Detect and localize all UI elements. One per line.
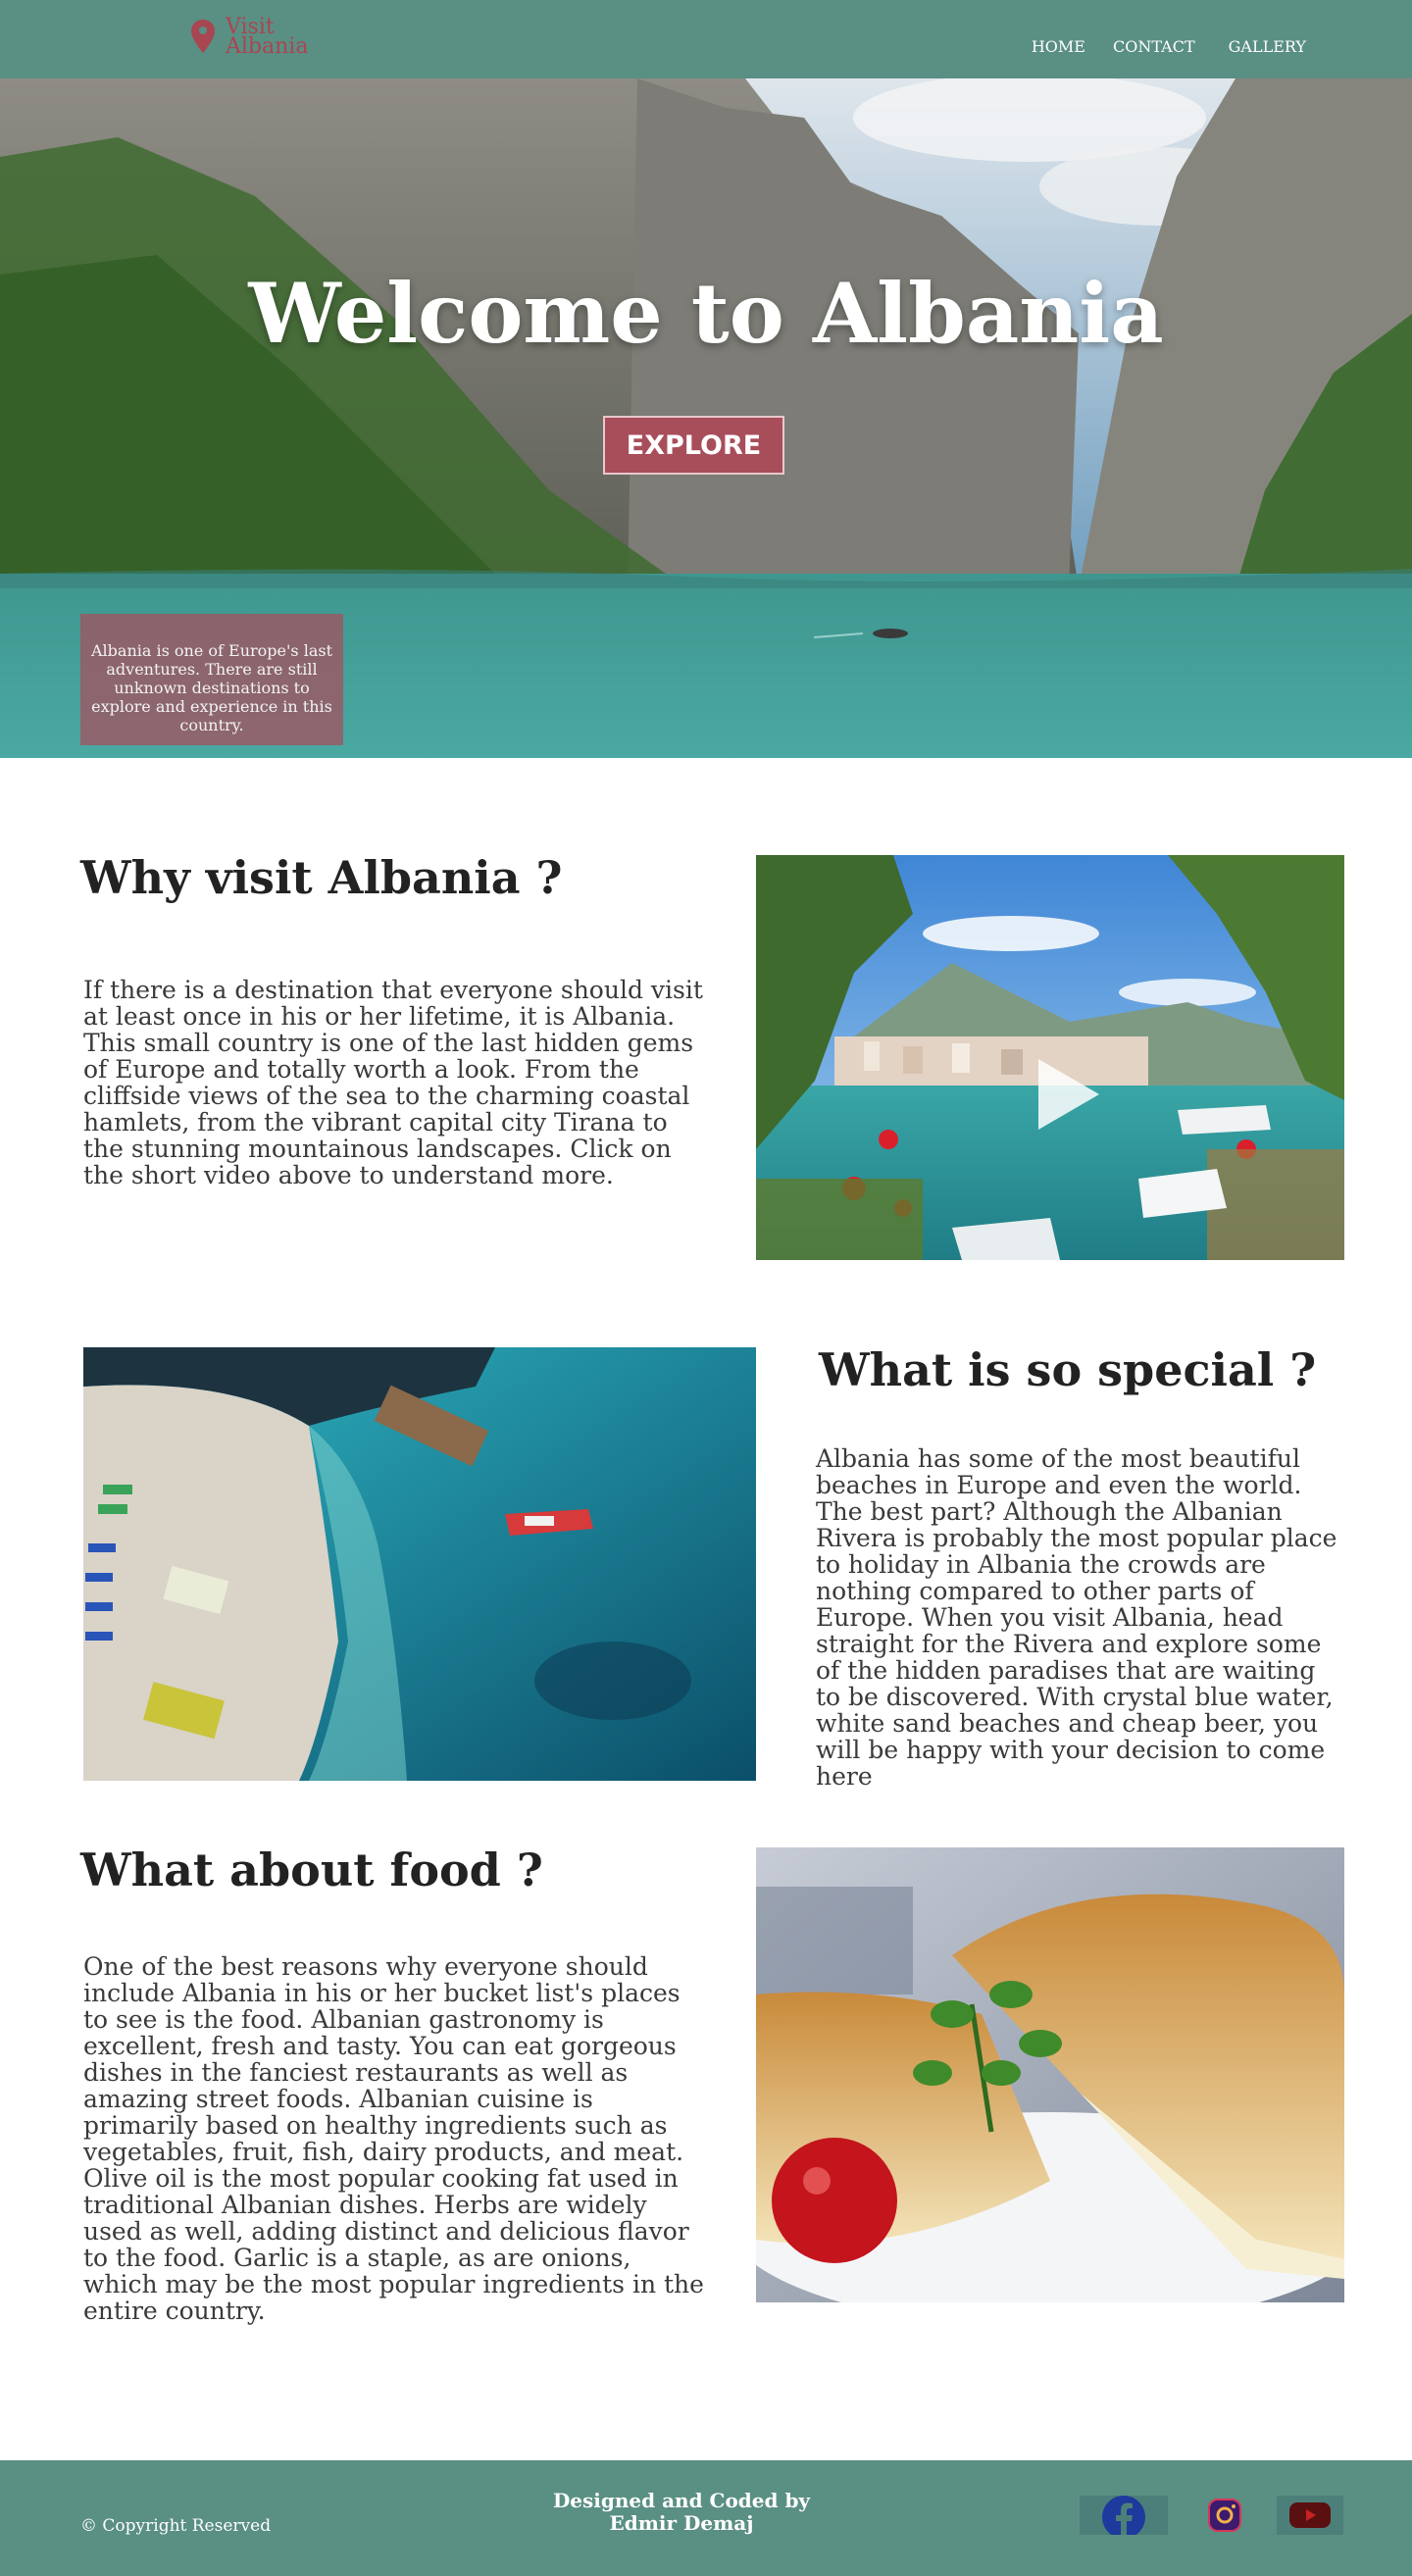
video-thumbnail[interactable] <box>756 855 1344 1260</box>
site-logo[interactable]: Visit Albania <box>188 17 309 59</box>
location-pin-icon <box>191 20 215 53</box>
youtube-link[interactable] <box>1277 2496 1343 2535</box>
credit-text: Designed and Coded by Edmir Demaj <box>549 2490 814 2535</box>
copyright-text: © Copyright Reserved <box>80 2516 272 2536</box>
section-heading-food: What about food ? <box>80 1844 543 1896</box>
credit-line-2: Edmir Demaj <box>609 2511 754 2535</box>
nav-link-home[interactable]: HOME <box>1032 37 1085 56</box>
instagram-link[interactable] <box>1204 2496 1245 2535</box>
harbor-video-image <box>756 855 1344 1260</box>
explore-button[interactable]: EXPLORE <box>603 416 784 475</box>
section-text-special: Albania has some of the most beautiful b… <box>816 1444 1337 1791</box>
top-navbar: Visit Albania HOME CONTACT GALLERY <box>0 0 1412 78</box>
footer: © Copyright Reserved Designed and Coded … <box>0 2460 1412 2576</box>
section-text-why-visit: If there is a destination that everyone … <box>83 976 703 1189</box>
nav-link-gallery[interactable]: GALLERY <box>1229 37 1306 56</box>
logo-line-2: Albania <box>226 34 309 59</box>
nav-link-contact[interactable]: CONTACT <box>1113 37 1195 56</box>
credit-line-1: Designed and Coded by <box>552 2489 811 2512</box>
food-image <box>756 1847 1344 2302</box>
youtube-icon <box>1289 2502 1331 2528</box>
section-text-food: One of the best reasons why everyone sho… <box>83 1952 704 2325</box>
beach-aerial-image <box>83 1347 756 1781</box>
section-heading-special: What is so special ? <box>819 1343 1317 1396</box>
logo-text: Visit Albania <box>226 17 309 59</box>
facebook-link[interactable] <box>1080 2496 1168 2535</box>
hero-title: Welcome to Albania <box>248 265 1164 362</box>
nav-links: HOME CONTACT GALLERY <box>1004 37 1306 56</box>
facebook-icon <box>1102 2496 1145 2535</box>
hero-info-box: Albania is one of Europe's last adventur… <box>80 614 343 745</box>
hero-banner: Welcome to Albania EXPLORE Albania is on… <box>0 78 1412 758</box>
instagram-icon <box>1208 2499 1241 2532</box>
section-heading-why-visit: Why visit Albania ? <box>80 851 563 904</box>
